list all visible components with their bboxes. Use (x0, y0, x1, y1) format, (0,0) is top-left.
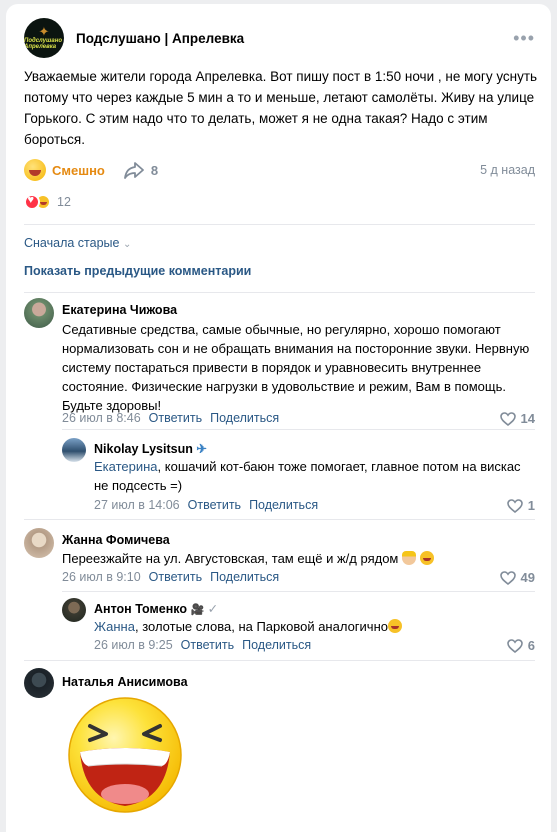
comment-author[interactable]: Наталья Анисимова (62, 675, 188, 689)
comment-date[interactable]: 27 июл в 14:06 (94, 498, 180, 512)
construction-worker-icon (402, 551, 416, 565)
comment-author[interactable]: Антон Томенко 🎥 ✓ (94, 601, 218, 616)
share-button[interactable]: Поделиться (242, 638, 311, 652)
show-previous-comments[interactable]: Показать предыдущие комментарии (24, 264, 251, 278)
comment-author-name: Nikolay Lysitsun (94, 442, 193, 456)
comment-date[interactable]: 26 июл в 9:10 (62, 570, 141, 584)
comment-date[interactable]: 26 июл в 9:25 (94, 638, 173, 652)
comment-reply: Антон Томенко 🎥 ✓ Жанна, золотые слова, … (62, 598, 535, 654)
comment-meta: 26 июл в 9:25 Ответить Поделиться (94, 638, 311, 652)
comment-like-count: 49 (520, 570, 535, 585)
likes-summary[interactable]: 12 (24, 192, 71, 212)
comment-body: , золотые слова, на Парковой аналогично (134, 619, 388, 634)
laughing-sticker (68, 697, 182, 813)
divider (62, 591, 535, 592)
reply-button[interactable]: Ответить (188, 498, 241, 512)
share-icon[interactable] (123, 160, 145, 180)
comment-like-count: 1 (527, 498, 535, 513)
comment-author-name: Антон Томенко (94, 602, 187, 616)
avatar[interactable] (24, 298, 54, 328)
post-time[interactable]: 5 д назад (480, 163, 535, 177)
verified-check-icon: ✓ (207, 602, 219, 616)
comment: Екатерина Чижова Седативные средства, са… (24, 298, 535, 426)
movie-camera-icon: 🎥 (190, 604, 205, 616)
divider (24, 660, 535, 661)
comment-meta: 26 июл в 9:10 Ответить Поделиться (62, 570, 279, 584)
share-count[interactable]: 8 (151, 163, 158, 178)
reply-button[interactable]: Ответить (149, 570, 202, 584)
laugh-emoji-icon (419, 551, 434, 565)
heart-outline-icon (499, 570, 516, 585)
reaction-label[interactable]: Смешно (52, 163, 105, 178)
post-text: Уважаемые жители города Апрелевка. Вот п… (24, 69, 538, 147)
comment-text: Седативные средства, самые обычные, но р… (62, 322, 530, 413)
share-button[interactable]: Поделиться (249, 498, 318, 512)
heart-outline-icon (506, 498, 523, 513)
comment-meta: 27 июл в 14:06 Ответить Поделиться (94, 498, 318, 512)
avatar[interactable] (62, 438, 86, 462)
laugh-reaction-icon[interactable] (24, 159, 46, 181)
comments-sort-label: Сначала старые (24, 236, 120, 250)
comment-text: Екатерина, кошачий кот-баюн тоже помогае… (94, 457, 535, 495)
group-avatar[interactable]: ✦ Подслушано Апрелевка (24, 18, 64, 58)
comments-sort[interactable]: Сначала старые ⌄ (24, 236, 131, 250)
group-name[interactable]: Подслушано | Апрелевка (76, 31, 244, 46)
avatar[interactable] (24, 668, 54, 698)
mention-link[interactable]: Жанна (94, 619, 135, 634)
comment-author[interactable]: Жанна Фомичева (62, 533, 170, 547)
comment-like[interactable]: 14 (499, 411, 535, 426)
comment-reply: Nikolay Lysitsun ✈ Екатерина, кошачий ко… (62, 438, 535, 514)
comment-like[interactable]: 1 (506, 498, 535, 513)
comment-date[interactable]: 26 июл в 8:46 (62, 411, 141, 425)
comment: Наталья Анисимова (24, 668, 535, 698)
comment-like-count: 6 (527, 638, 535, 653)
share-button[interactable]: Поделиться (210, 570, 279, 584)
avatar[interactable] (62, 598, 86, 622)
comment: Жанна Фомичева Переезжайте на ул. Август… (24, 528, 535, 585)
divider (24, 519, 535, 520)
reactions-bar: Смешно 8 5 д назад (24, 158, 535, 182)
divider (24, 292, 535, 293)
post-card: ✦ Подслушано Апрелевка Подслушано | Апре… (6, 4, 551, 832)
comment-meta: 26 июл в 8:46 Ответить Поделиться (62, 411, 279, 425)
comment-body: Переезжайте на ул. Августовская, там ещё… (62, 551, 399, 566)
comment-like[interactable]: 49 (499, 570, 535, 585)
heart-outline-icon (506, 638, 523, 653)
comment-author[interactable]: Nikolay Lysitsun ✈ (94, 441, 207, 456)
airplane-icon: ✈ (196, 442, 207, 456)
comment-like-count: 14 (520, 411, 535, 426)
likes-count: 12 (57, 195, 71, 209)
heart-icon (24, 194, 40, 210)
heart-outline-icon (499, 411, 516, 426)
divider (24, 224, 535, 225)
comment-author[interactable]: Екатерина Чижова (62, 303, 177, 317)
mention-link[interactable]: Екатерина (94, 459, 158, 474)
group-avatar-text: Подслушано Апрелевка (24, 38, 62, 50)
comment-like[interactable]: 6 (506, 638, 535, 653)
deer-logo-icon: ✦ (38, 24, 50, 39)
comment-text: Жанна, золотые слова, на Парковой аналог… (94, 617, 535, 636)
reply-button[interactable]: Ответить (149, 411, 202, 425)
divider (62, 429, 535, 430)
share-button[interactable]: Поделиться (210, 411, 279, 425)
more-options-icon[interactable]: ••• (513, 28, 535, 49)
post-header: ✦ Подслушано Апрелевка Подслушано | Апре… (24, 18, 535, 58)
avatar[interactable] (24, 528, 54, 558)
laugh-emoji-icon (387, 619, 402, 633)
reply-button[interactable]: Ответить (181, 638, 234, 652)
comment-body: , кошачий кот-баюн тоже помогает, главно… (94, 459, 521, 493)
comment-text: Переезжайте на ул. Августовская, там ещё… (62, 549, 535, 568)
chevron-down-icon: ⌄ (122, 239, 132, 250)
